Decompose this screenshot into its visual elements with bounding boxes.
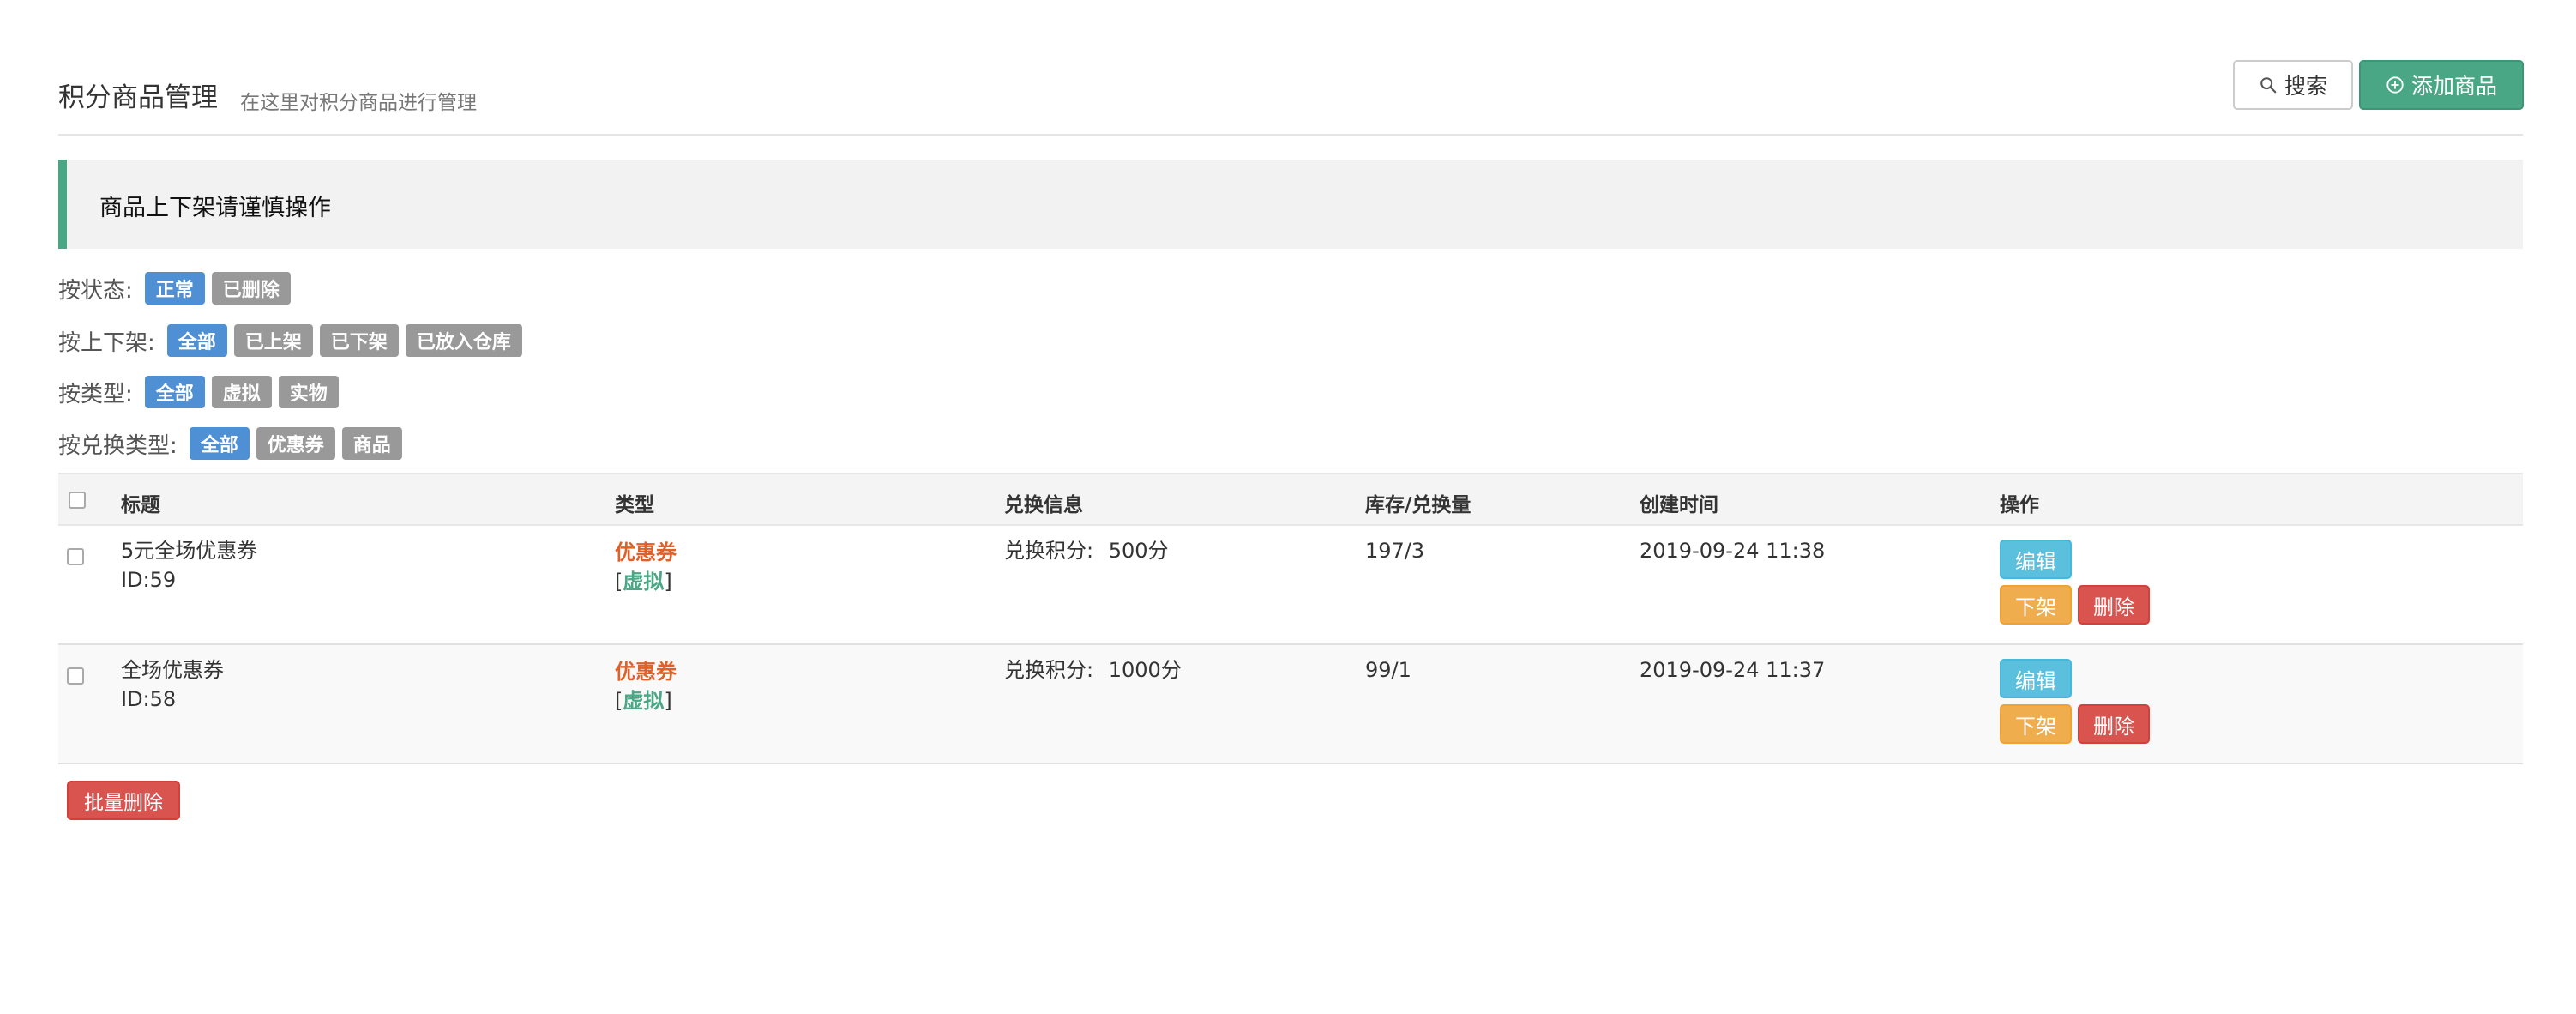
- select-all-checkbox[interactable]: [69, 492, 86, 509]
- add-product-button[interactable]: 添加商品: [2359, 60, 2524, 110]
- filter-shelf: 按上下架: 全部 已上架 已下架 已放入仓库: [58, 323, 529, 358]
- row-type-sub-value: 虚拟: [623, 689, 665, 713]
- delete-button[interactable]: 删除: [2078, 704, 2150, 744]
- row-type-sub: [虚拟]: [615, 567, 677, 596]
- filter-shelf-label: 按上下架:: [58, 329, 155, 356]
- column-exchange-info: 兑换信息: [1004, 494, 1083, 516]
- products-table: 标题 类型 兑换信息 库存/兑换量 创建时间 操作 5元全场优惠券 ID:59 …: [58, 473, 2523, 764]
- row-created: 2019-09-24 11:38: [1640, 539, 1826, 563]
- table-header: 标题 类型 兑换信息 库存/兑换量 创建时间 操作: [58, 473, 2523, 526]
- page-title: 积分商品管理: [58, 82, 218, 113]
- filter-type-physical[interactable]: 实物: [278, 376, 339, 408]
- filter-type-virtual[interactable]: 虚拟: [211, 376, 272, 408]
- row-type-cell: 优惠券 [虚拟]: [615, 538, 677, 596]
- row-id: ID:58: [121, 687, 177, 711]
- table-row: 全场优惠券 ID:58 优惠券 [虚拟] 兑换积分: 1000分 99/1 20…: [58, 645, 2523, 764]
- filter-exchange-product[interactable]: 商品: [341, 427, 402, 460]
- filter-status-normal[interactable]: 正常: [144, 272, 205, 305]
- row-stock: 197/3: [1365, 539, 1425, 563]
- search-icon: [2259, 75, 2278, 94]
- add-product-button-label: 添加商品: [2410, 74, 2497, 99]
- delete-button[interactable]: 删除: [2078, 585, 2150, 625]
- row-exchange-cell: 兑换积分: 1000分: [1004, 655, 1182, 685]
- row-created: 2019-09-24 11:37: [1640, 658, 1826, 682]
- row-checkbox[interactable]: [67, 548, 84, 565]
- row-type-sub: [虚拟]: [615, 686, 677, 715]
- plus-circle-icon: [2386, 75, 2404, 94]
- row-title: 全场优惠券: [121, 658, 224, 682]
- filter-type-label: 按类型:: [58, 381, 133, 407]
- column-type: 类型: [615, 494, 654, 516]
- row-type-sub-value: 虚拟: [623, 570, 665, 594]
- filter-exchange-all[interactable]: 全部: [189, 427, 250, 460]
- column-title: 标题: [121, 494, 160, 516]
- bracket-close: ]: [664, 570, 672, 594]
- row-title-cell: 全场优惠券 ID:58: [121, 655, 224, 714]
- callout-text: 商品上下架请谨慎操作: [99, 195, 331, 221]
- bracket-open: [: [615, 570, 623, 594]
- filter-exchange-type: 按兑换类型: 全部 优惠券 商品: [58, 426, 409, 461]
- column-actions: 操作: [2000, 494, 2039, 516]
- edit-button[interactable]: 编辑: [2000, 659, 2072, 698]
- filter-status-label: 按状态:: [58, 277, 133, 304]
- row-title: 5元全场优惠券: [121, 539, 258, 563]
- row-exchange-label: 兑换积分:: [1004, 539, 1094, 563]
- bulk-delete-button[interactable]: 批量删除: [67, 781, 180, 820]
- take-down-button[interactable]: 下架: [2000, 704, 2072, 744]
- filter-shelf-off[interactable]: 已下架: [319, 324, 399, 357]
- table-row: 5元全场优惠券 ID:59 优惠券 [虚拟] 兑换积分: 500分 197/3 …: [58, 526, 2523, 645]
- bracket-close: ]: [664, 689, 672, 713]
- row-type-cell: 优惠券 [虚拟]: [615, 657, 677, 715]
- edit-button[interactable]: 编辑: [2000, 540, 2072, 579]
- filter-type-all[interactable]: 全部: [144, 376, 205, 408]
- filter-shelf-on[interactable]: 已上架: [233, 324, 313, 357]
- row-stock: 99/1: [1365, 658, 1411, 682]
- row-exchange-value: 500分: [1108, 539, 1169, 563]
- bracket-open: [: [615, 689, 623, 713]
- row-exchange-cell: 兑换积分: 500分: [1004, 536, 1169, 565]
- row-id: ID:59: [121, 568, 177, 592]
- row-type-main: 优惠券: [615, 540, 677, 564]
- row-exchange-value: 1000分: [1108, 658, 1182, 682]
- filter-shelf-all[interactable]: 全部: [166, 324, 227, 357]
- search-button-label: 搜索: [2284, 74, 2327, 99]
- filter-exchange-type-label: 按兑换类型:: [58, 432, 178, 459]
- row-exchange-label: 兑换积分:: [1004, 658, 1094, 682]
- row-title-cell: 5元全场优惠券 ID:59: [121, 536, 257, 595]
- page-header: 积分商品管理 在这里对积分商品进行管理 搜索 添加商品: [58, 60, 2524, 136]
- search-button[interactable]: 搜索: [2233, 60, 2353, 110]
- page: 积分商品管理 在这里对积分商品进行管理 搜索 添加商品 商品上下架请谨慎操作 按…: [0, 0, 2576, 1014]
- warning-callout: 商品上下架请谨慎操作: [58, 160, 2523, 249]
- filter-type: 按类型: 全部 虚拟 实物: [58, 375, 346, 409]
- filter-status: 按状态: 正常 已删除: [58, 271, 298, 305]
- column-stock: 库存/兑换量: [1365, 494, 1472, 516]
- row-type-main: 优惠券: [615, 660, 677, 684]
- take-down-button[interactable]: 下架: [2000, 585, 2072, 625]
- page-subtitle: 在这里对积分商品进行管理: [240, 92, 477, 114]
- row-checkbox[interactable]: [67, 667, 84, 685]
- filter-shelf-warehouse[interactable]: 已放入仓库: [405, 324, 522, 357]
- filter-status-deleted[interactable]: 已删除: [211, 272, 291, 305]
- column-created: 创建时间: [1640, 494, 1718, 516]
- filter-exchange-coupon[interactable]: 优惠券: [256, 427, 335, 460]
